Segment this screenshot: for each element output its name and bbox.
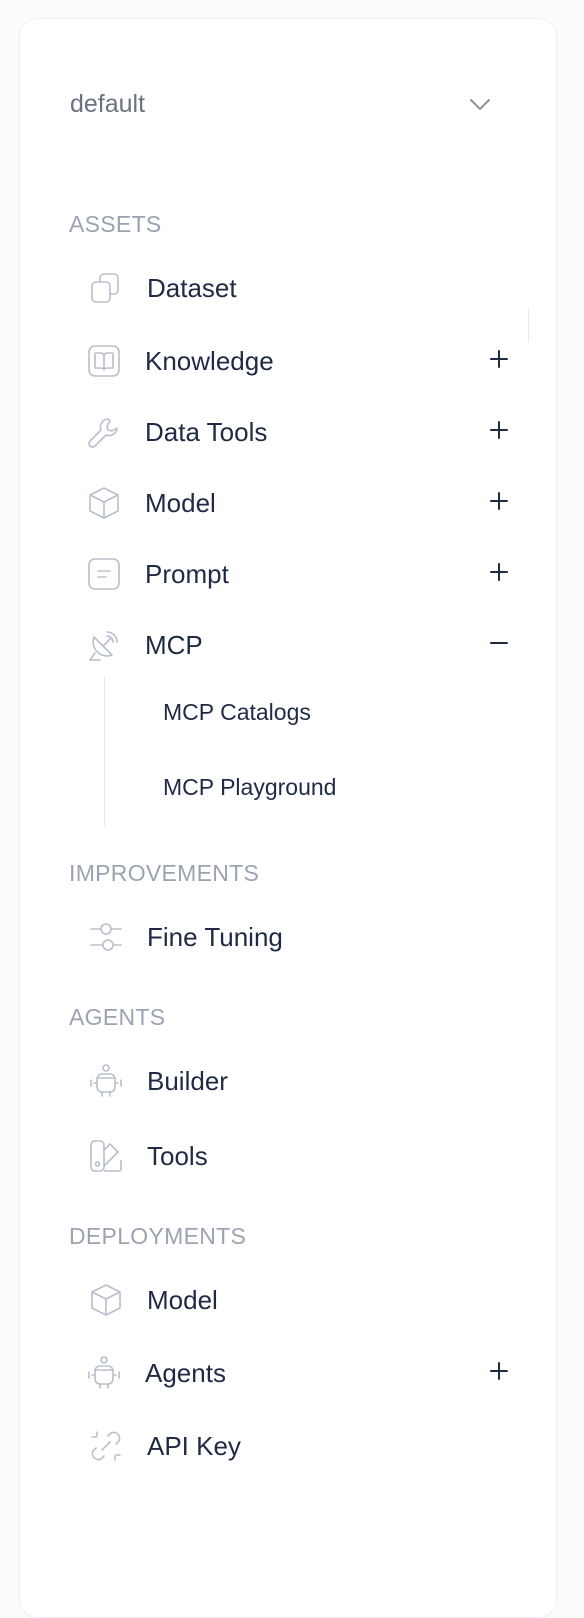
sidebar-item-data-tools[interactable]: Data Tools: [85, 406, 525, 458]
sidebar-item-api-key[interactable]: API Key: [87, 1420, 527, 1472]
sidebar-item-label: MCP: [145, 629, 203, 660]
sidebar-item-label: Builder: [147, 1065, 228, 1096]
sidebar-item-label: Dataset: [147, 272, 237, 303]
submenu-guide-line: [104, 676, 105, 826]
plus-icon[interactable]: [483, 485, 515, 517]
plus-icon[interactable]: [483, 414, 515, 446]
satellite-dish-icon: [85, 626, 123, 664]
robot-icon: [85, 1354, 123, 1392]
sidebar-item-mcp[interactable]: MCP: [85, 619, 525, 671]
section-assets: ASSETS: [69, 211, 162, 237]
cube-icon: [87, 1281, 125, 1319]
sidebar-item-deploy-agents[interactable]: Agents: [85, 1347, 525, 1399]
sidebar-item-deploy-model[interactable]: Model: [87, 1274, 527, 1326]
sidebar-item-prompt[interactable]: Prompt: [85, 548, 525, 600]
sidebar-item-label: Tools: [147, 1140, 208, 1171]
section-agents: AGENTS: [69, 1004, 166, 1030]
sidebar-item-builder[interactable]: Builder: [87, 1055, 527, 1107]
wrench-icon: [85, 413, 123, 451]
sidebar-item-fine-tuning[interactable]: Fine Tuning: [87, 911, 527, 963]
section-deployments: DEPLOYMENTS: [69, 1223, 247, 1249]
plus-icon[interactable]: [483, 1355, 515, 1387]
book-icon: [85, 342, 123, 380]
plus-icon[interactable]: [483, 343, 515, 375]
section-improvements: IMPROVEMENTS: [69, 860, 260, 886]
workspace-label: default: [70, 89, 146, 118]
sidebar-item-tools[interactable]: Tools: [87, 1130, 527, 1182]
sidebar-item-dataset[interactable]: Dataset: [87, 262, 527, 314]
workspace-selector[interactable]: default: [70, 86, 500, 122]
document-icon: [85, 555, 123, 593]
sidebar-item-label: API Key: [147, 1430, 241, 1461]
cube-icon: [85, 484, 123, 522]
dataset-icon: [87, 269, 125, 307]
robot-icon: [87, 1062, 125, 1100]
sidebar-item-label: Agents: [145, 1357, 226, 1388]
sidebar-item-model[interactable]: Model: [85, 477, 525, 529]
sidebar-item-label: Fine Tuning: [147, 921, 283, 952]
swatch-icon: [87, 1137, 125, 1175]
sliders-icon: [87, 918, 125, 956]
sidebar-item-knowledge[interactable]: Knowledge: [85, 335, 525, 387]
sidebar-item-label: Model: [145, 487, 216, 518]
broken-link-icon: [87, 1427, 125, 1465]
sidebar-item-label: Prompt: [145, 558, 229, 589]
plus-icon[interactable]: [483, 556, 515, 588]
sidebar-subitem-mcp-catalogs[interactable]: MCP Catalogs: [163, 692, 311, 732]
chevron-down-icon: [468, 92, 492, 116]
minus-icon[interactable]: [483, 627, 515, 659]
sidebar-item-label: Model: [147, 1284, 218, 1315]
sidebar-item-label: Knowledge: [145, 345, 274, 376]
scroll-indicator: [528, 308, 529, 342]
sidebar-item-label: Data Tools: [145, 416, 268, 447]
sidebar-subitem-mcp-playground[interactable]: MCP Playground: [163, 767, 336, 807]
